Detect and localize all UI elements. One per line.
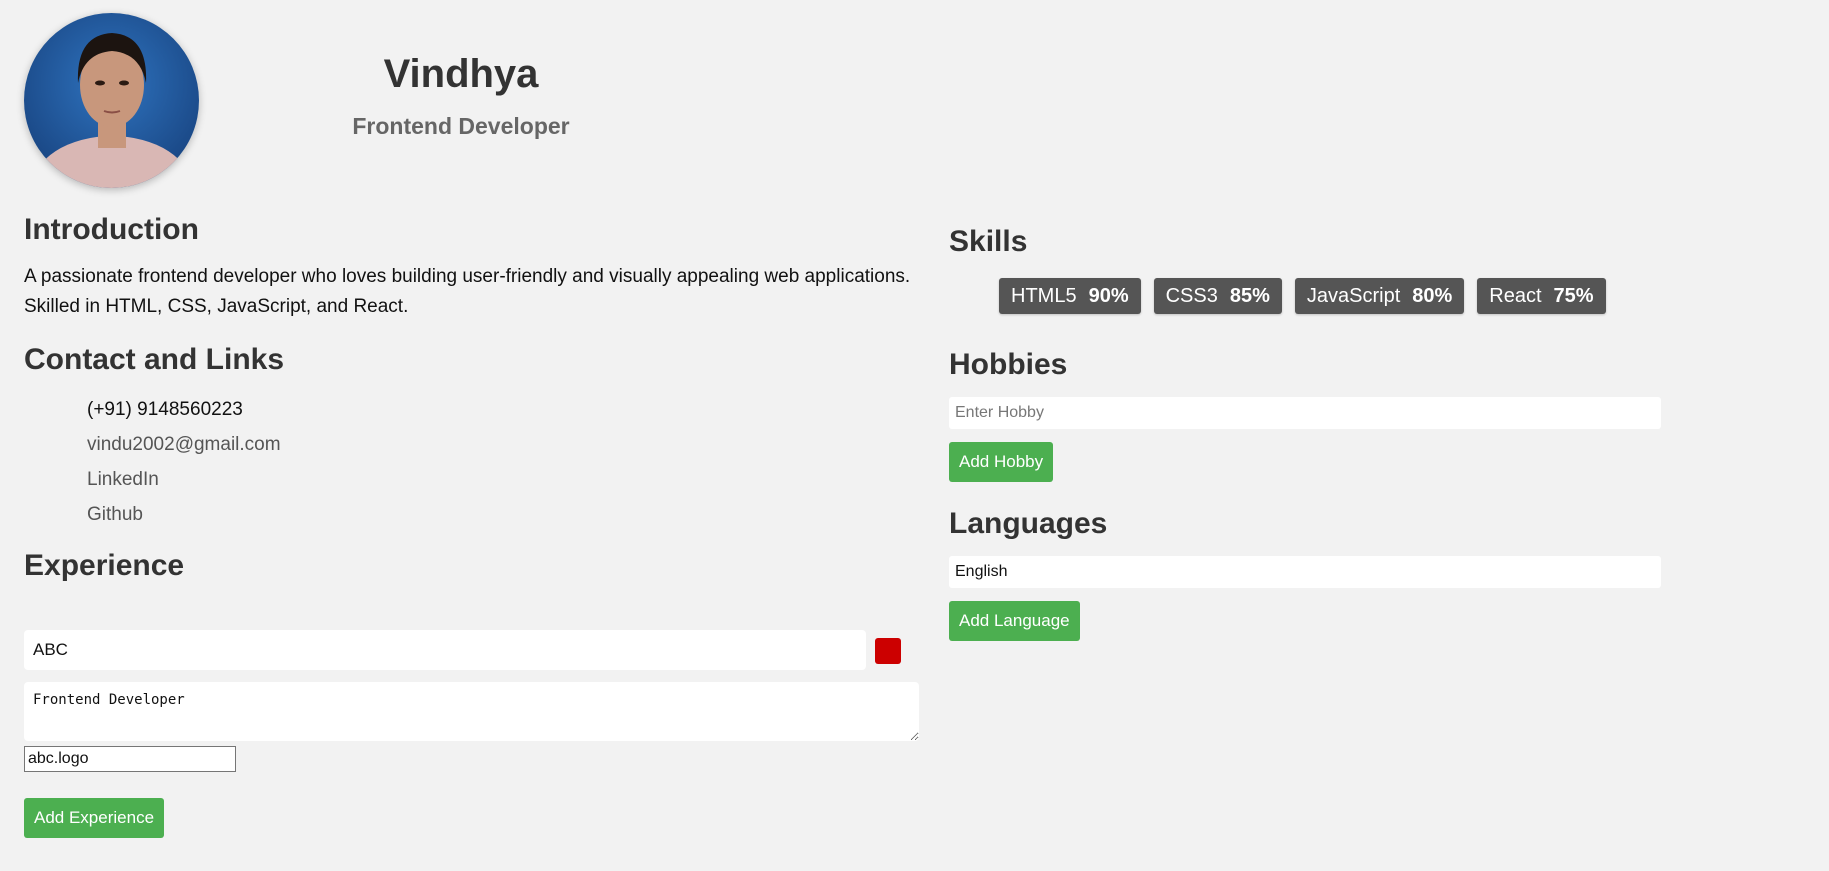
skill-badge: React 75% [1477,278,1606,314]
skill-badge: HTML5 90% [999,278,1141,314]
contact-linkedin-link[interactable]: LinkedIn [87,462,919,497]
profile-name: Vindhya [383,52,539,96]
skill-percent: 90% [1088,284,1129,307]
contact-github-link[interactable]: Github [87,497,919,532]
experience-logo-input[interactable] [24,746,236,772]
profile-header: Vindhya Frontend Developer [0,0,1829,200]
contact-phone: (+91) 9148560223 [87,399,243,420]
contact-heading: Contact and Links [24,343,285,376]
skill-percent: 75% [1553,284,1594,307]
skill-name: React [1489,284,1542,307]
right-column: Skills HTML5 90% CSS3 85% JavaScript 80%… [949,222,1661,641]
add-language-button[interactable]: Add Language [949,601,1080,641]
experience-role-textarea[interactable]: Frontend Developer [24,682,919,741]
skill-badge: CSS3 85% [1153,278,1282,314]
left-column: Introduction A passionate frontend devel… [24,210,919,838]
skills-heading: Skills [949,225,1028,258]
introduction-heading: Introduction [24,213,199,246]
skill-name: HTML5 [1011,284,1077,307]
hobbies-heading: Hobbies [949,348,1068,381]
skill-badge: JavaScript 80% [1294,278,1465,314]
contact-email-link[interactable]: vindu2002@gmail.com [87,427,919,462]
language-input[interactable] [949,556,1661,588]
add-experience-button[interactable]: Add Experience [24,798,165,838]
languages-heading: Languages [949,507,1108,540]
add-hobby-button[interactable]: Add Hobby [949,442,1054,482]
experience-heading: Experience [24,549,185,582]
skill-name: JavaScript [1306,284,1401,307]
profile-photo [24,13,199,188]
delete-experience-button[interactable] [875,638,901,664]
contact-list: (+91) 9148560223 vindu2002@gmail.com Lin… [24,392,919,532]
skill-percent: 85% [1229,284,1270,307]
experience-entry [24,630,919,670]
introduction-text: A passionate frontend developer who love… [24,266,911,317]
hobby-input[interactable] [949,397,1661,429]
profile-role: Frontend Developer [352,113,570,139]
skill-percent: 80% [1412,284,1453,307]
name-block: Vindhya Frontend Developer [236,45,686,141]
skills-list: HTML5 90% CSS3 85% JavaScript 80% React … [949,278,1661,314]
skill-name: CSS3 [1165,284,1218,307]
experience-company-input[interactable] [24,630,866,670]
